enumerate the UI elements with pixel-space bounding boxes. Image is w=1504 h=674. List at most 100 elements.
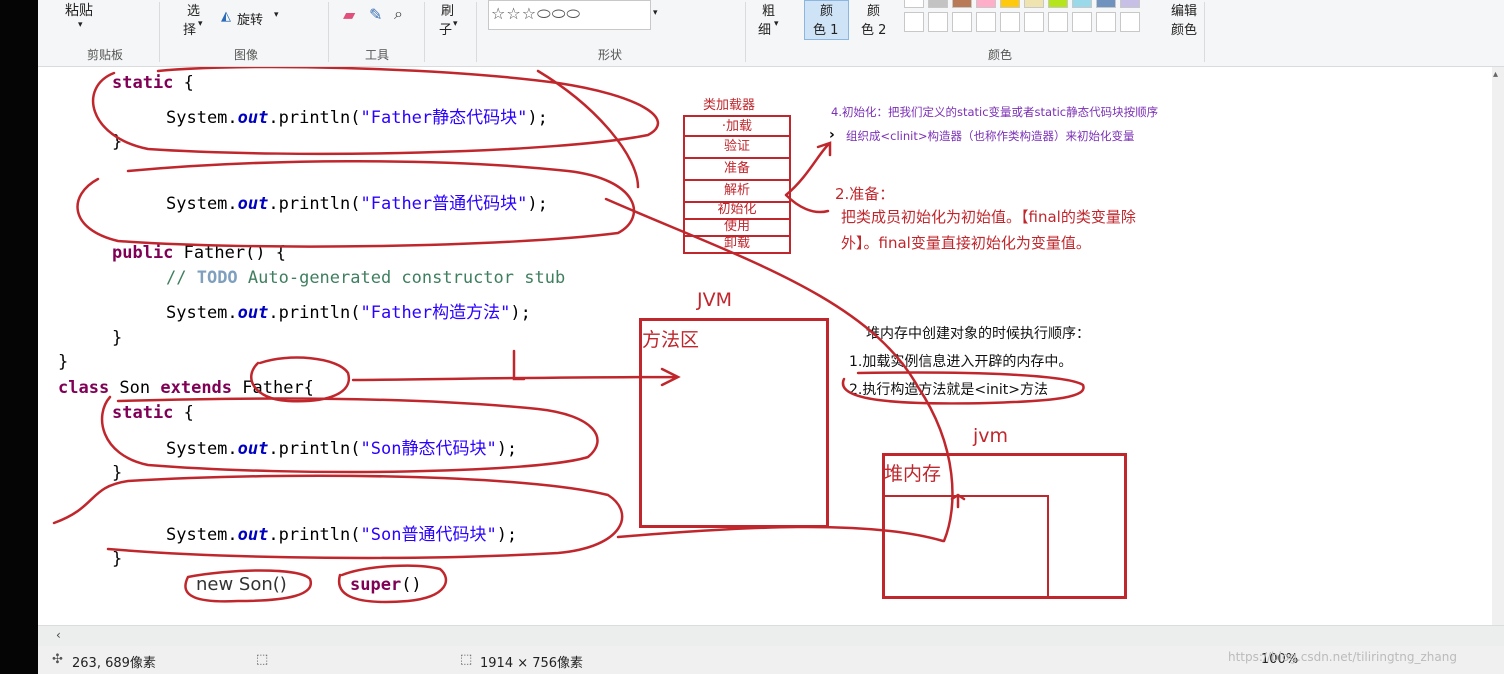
code-line-ctor: public Father() { bbox=[112, 243, 286, 263]
shapes-gallery[interactable]: ☆☆☆⬭⬭⬭ bbox=[488, 0, 651, 30]
palette-swatch-empty[interactable] bbox=[1048, 12, 1068, 32]
loader-stage: 初始化 bbox=[683, 203, 791, 220]
comment: Auto-generated constructor stub bbox=[237, 268, 566, 288]
color1-label-2[interactable]: 色 1 bbox=[813, 19, 838, 38]
palette-swatch-empty[interactable] bbox=[904, 12, 924, 32]
color-picker-icon[interactable]: ✎ bbox=[369, 5, 382, 24]
code-line-class-son: class Son extends Father{ bbox=[58, 378, 314, 398]
palette-swatch-empty[interactable] bbox=[1120, 12, 1140, 32]
brushes-button[interactable]: 刷 bbox=[441, 0, 454, 19]
size-button[interactable]: 粗 bbox=[762, 0, 775, 19]
palette-swatch[interactable] bbox=[1048, 0, 1068, 8]
code-text: System. bbox=[166, 108, 238, 128]
code-text: System. bbox=[166, 525, 238, 545]
select-dropdown-icon[interactable]: ▾ bbox=[198, 19, 203, 29]
drawing-canvas[interactable]: static { System.out.println("Father静态代码块… bbox=[38, 67, 1494, 625]
code-line-father-ctor-print: System.out.println("Father构造方法"); bbox=[166, 298, 531, 323]
palette-swatch[interactable] bbox=[1024, 0, 1044, 8]
cursor-position-icon: ✣ bbox=[52, 652, 63, 667]
paste-button[interactable]: 粘贴 bbox=[65, 0, 93, 20]
color2-label-2[interactable]: 色 2 bbox=[861, 19, 886, 38]
code-line-father-static-print: System.out.println("Father静态代码块"); bbox=[166, 103, 548, 128]
rotate-icon[interactable]: ◭ bbox=[221, 9, 231, 24]
note-super: super() bbox=[350, 575, 422, 595]
prepare-note-line3: 外】。final变量直接初始化为变量值。 bbox=[841, 234, 1091, 252]
scroll-left-icon[interactable]: ‹ bbox=[56, 628, 61, 642]
color2-button[interactable]: 颜 bbox=[867, 0, 880, 19]
todo-tag: TODO bbox=[196, 268, 238, 288]
color1-label[interactable]: 颜 bbox=[820, 0, 833, 19]
ink-arrow-to-init bbox=[784, 141, 832, 197]
code-brace-close: } bbox=[58, 352, 69, 372]
palette-swatch[interactable] bbox=[1072, 0, 1092, 8]
palette-swatch-empty[interactable] bbox=[1000, 12, 1020, 32]
loader-stage: 卸载 bbox=[683, 237, 791, 254]
group-image: 图像 bbox=[234, 48, 259, 62]
palette-swatch-empty[interactable] bbox=[952, 12, 972, 32]
jvm-small-label: jvm bbox=[973, 425, 1009, 447]
keyword-static: static bbox=[112, 73, 174, 93]
edit-colors-button[interactable]: 编辑 bbox=[1171, 0, 1197, 19]
field-out: out bbox=[237, 303, 269, 323]
brushes-button-label-2[interactable]: 子 bbox=[439, 19, 452, 38]
select-button[interactable]: 选 bbox=[187, 0, 200, 19]
field-out: out bbox=[237, 108, 269, 128]
scroll-up-icon[interactable]: ▴ bbox=[1493, 69, 1498, 80]
palette-swatch-empty[interactable] bbox=[928, 12, 948, 32]
code-text: System. bbox=[166, 303, 238, 323]
palette-swatch-empty[interactable] bbox=[1072, 12, 1092, 32]
divider bbox=[328, 2, 329, 62]
ink-arrow-to-prepare bbox=[784, 193, 830, 214]
edit-colors-label-2[interactable]: 颜色 bbox=[1171, 19, 1197, 38]
divider bbox=[424, 2, 425, 62]
loader-stage: 准备 bbox=[683, 159, 791, 181]
string-literal: "Son静态代码块" bbox=[360, 439, 497, 459]
brushes-dropdown-icon[interactable]: ▾ bbox=[453, 19, 458, 29]
magnifier-icon[interactable]: ⌕ bbox=[394, 4, 403, 24]
palette-swatch-empty[interactable] bbox=[1024, 12, 1044, 32]
ink-arrow-to-method-area bbox=[351, 367, 681, 387]
selection-size-icon: ⬚ bbox=[256, 652, 269, 667]
palette-swatch[interactable] bbox=[904, 0, 924, 8]
init-note-line2: 组织成<clinit>构造器（也称作类构造器）来初始化变量 bbox=[846, 129, 1135, 143]
cursor-position: 263, 689像素 bbox=[72, 656, 156, 671]
code-brace-close: } bbox=[112, 132, 123, 152]
keyword-super: super bbox=[350, 575, 402, 595]
divider bbox=[1204, 2, 1205, 62]
keyword-public: public bbox=[112, 243, 174, 263]
palette-swatch[interactable] bbox=[952, 0, 972, 8]
palette-swatch[interactable] bbox=[1000, 0, 1020, 8]
prepare-note-line1: 2.准备： bbox=[835, 185, 895, 203]
code-text: ); bbox=[510, 303, 531, 323]
code-text: ); bbox=[527, 108, 548, 128]
palette-swatch[interactable] bbox=[1120, 0, 1140, 8]
rotate-dropdown-icon[interactable]: ▾ bbox=[274, 10, 279, 20]
code-text: Son bbox=[109, 378, 161, 398]
loader-stage-table: ·加载 验证 准备 解析 初始化 使用 卸载 bbox=[683, 115, 791, 254]
init-note-line1: 4.初始化：把我们定义的static变量或者static静态代码块按顺序 bbox=[831, 105, 1159, 119]
image-size-icon: ⬚ bbox=[460, 652, 473, 667]
size-dropdown-icon[interactable]: ▾ bbox=[774, 19, 779, 29]
palette-swatch-empty[interactable] bbox=[976, 12, 996, 32]
rotate-button[interactable]: 旋转 bbox=[237, 9, 263, 28]
palette-swatch-empty[interactable] bbox=[1096, 12, 1116, 32]
paste-dropdown-icon[interactable]: ▾ bbox=[78, 20, 83, 30]
loader-stage: ·加载 bbox=[683, 115, 791, 137]
size-button-label-2[interactable]: 细 bbox=[758, 19, 771, 38]
code-text: .println( bbox=[268, 194, 361, 214]
code-text: System. bbox=[166, 439, 238, 459]
select-button-label-2[interactable]: 择 bbox=[183, 19, 196, 38]
string-literal: "Father普通代码块" bbox=[360, 194, 528, 214]
paint-window: 粘贴 ▾ 剪贴板 选 择 ▾ ◭ 旋转 ▾ 图像 ▰ ✎ ⌕ 工具 刷 子 ▾ … bbox=[0, 0, 1504, 674]
horizontal-scrollbar[interactable]: ‹ bbox=[38, 625, 1504, 646]
field-out: out bbox=[237, 194, 269, 214]
eraser-icon[interactable]: ▰ bbox=[343, 5, 355, 24]
palette-swatch[interactable] bbox=[928, 0, 948, 8]
palette-swatch[interactable] bbox=[1096, 0, 1116, 8]
palette-swatch[interactable] bbox=[976, 0, 996, 8]
shapes-more-icon[interactable]: ▾ bbox=[653, 8, 658, 18]
code-text: () bbox=[401, 575, 422, 595]
group-colors: 颜色 bbox=[988, 48, 1013, 62]
ink-loop-son-normal bbox=[52, 474, 624, 560]
vertical-scrollbar[interactable]: ▴ bbox=[1492, 67, 1504, 625]
